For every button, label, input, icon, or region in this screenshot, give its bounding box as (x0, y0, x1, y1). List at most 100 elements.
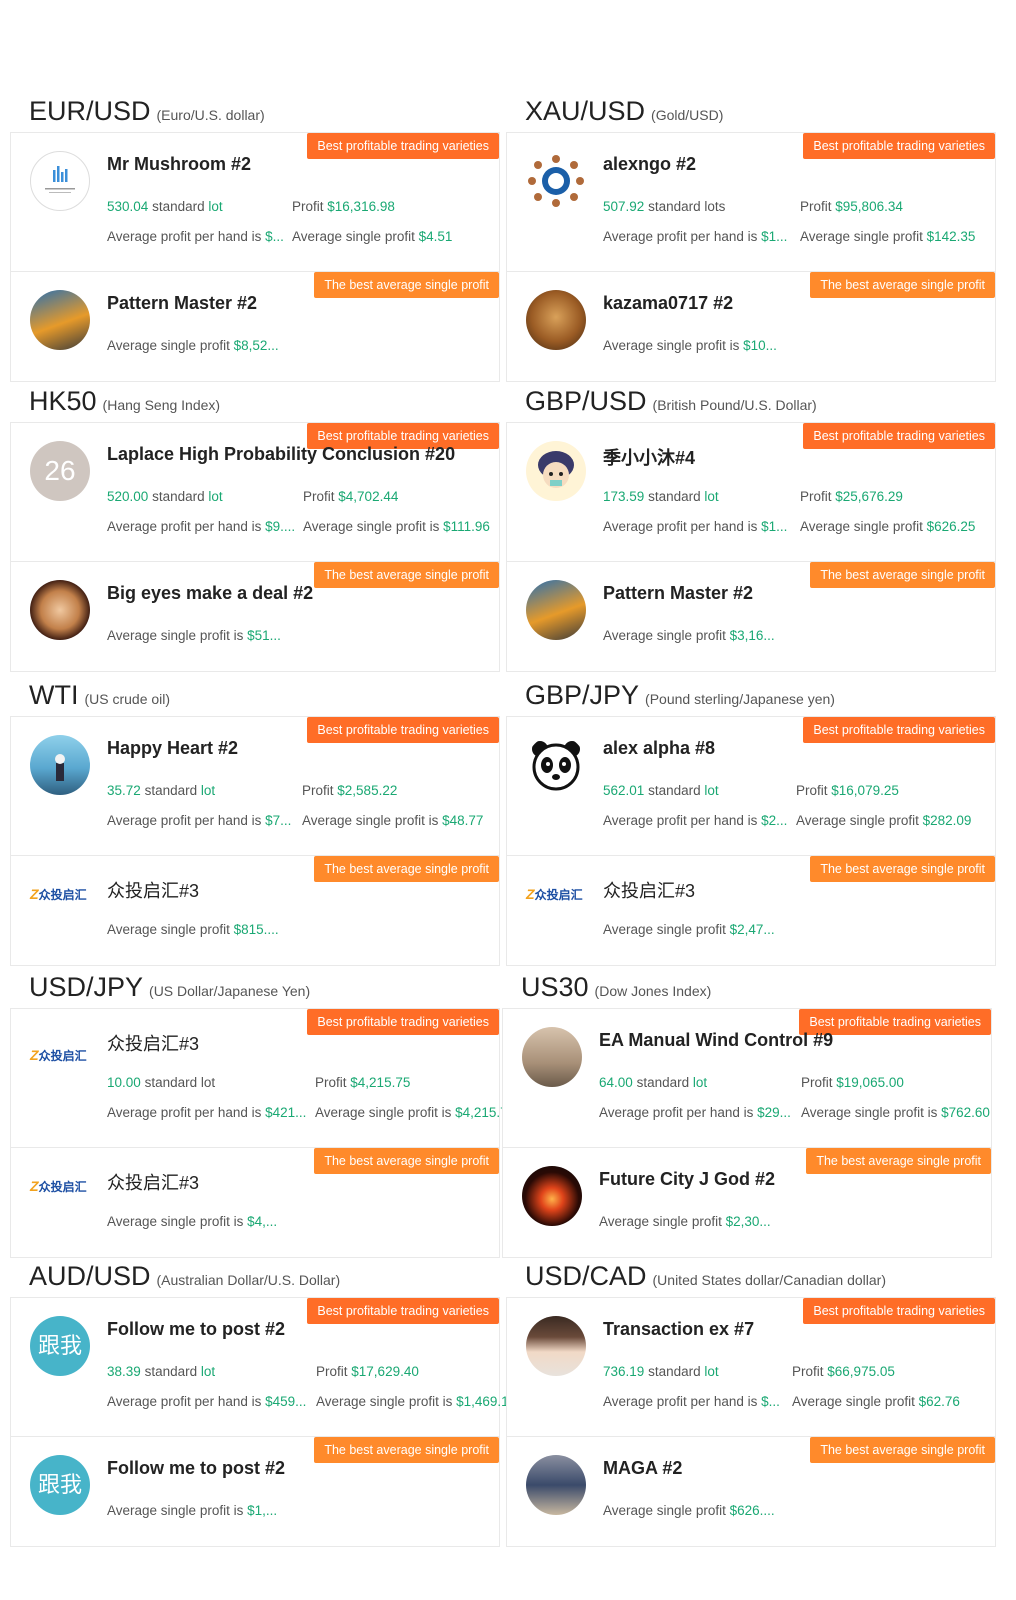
asp: Average single profit $4.51 (292, 229, 452, 244)
trader-card-profitable[interactable]: Best profitable trading varieties Transa… (506, 1297, 996, 1437)
lots-text: standard (152, 489, 205, 504)
trader-name[interactable]: Follow me to post #2 (107, 1319, 285, 1340)
trader-name[interactable]: alexngo #2 (603, 154, 696, 175)
asp-label: Average single profit is (603, 338, 740, 353)
asp-label: Average single profit (599, 1214, 722, 1229)
lots-unit: lot (208, 199, 223, 214)
asp-value: $62.76 (918, 1394, 960, 1409)
section-title: HK50 (Hang Seng Index) (29, 386, 221, 416)
trader-name[interactable]: 众投启汇#3 (107, 877, 199, 903)
aph-value: $2... (761, 813, 788, 828)
lots-text: standard (648, 489, 701, 504)
lots-text: standard (152, 199, 205, 214)
section-title: EUR/USD (Euro/U.S. dollar) (29, 96, 265, 126)
trader-card-avg[interactable]: The best average single profit Future Ci… (502, 1148, 992, 1258)
trader-card-profitable[interactable]: Best profitable trading varieties Happy … (10, 716, 500, 856)
trader-card-avg[interactable]: The best average single profit 跟我 Follow… (10, 1437, 500, 1547)
trader-name[interactable]: kazama0717 #2 (603, 293, 733, 314)
trader-name[interactable]: Mr Mushroom #2 (107, 154, 251, 175)
asp-label: Average single profit (800, 229, 923, 244)
section-usd-cad: USD/CAD (United States dollar/Canadian do… (506, 1261, 996, 1547)
asp-value: $1,... (247, 1503, 278, 1518)
section-header: EUR/USD (Euro/U.S. dollar) (10, 96, 500, 132)
section-title: GBP/JPY (Pound sterling/Japanese yen) (525, 680, 835, 710)
trader-name[interactable]: MAGA #2 (603, 1458, 682, 1479)
asp-value: $626.... (729, 1503, 775, 1518)
trader-name[interactable]: Follow me to post #2 (107, 1458, 285, 1479)
trader-card-avg[interactable]: The best average single profit Pattern M… (506, 562, 996, 672)
trader-card-avg[interactable]: The best average single profit Z众投启汇 众投启… (10, 856, 500, 966)
zhongtou-logo-icon: Z众投启汇 (30, 1178, 87, 1194)
trader-card-profitable[interactable]: Best profitable trading varieties Z众投启汇 … (10, 1008, 515, 1148)
trader-name[interactable]: Laplace High Probability Conclusion #20 (107, 444, 455, 465)
trader-card-avg[interactable]: The best average single profit MAGA #2 A… (506, 1437, 996, 1547)
asp-value: $48.77 (442, 813, 484, 828)
asp: Average single profit is $111.96 (303, 519, 490, 534)
aph-value: $9.... (265, 519, 296, 534)
lots-value: 520.00 (107, 489, 149, 504)
trader-card-profitable[interactable]: Best profitable trading varieties 跟我 Fol… (10, 1297, 515, 1437)
trader-name[interactable]: Future City J God #2 (599, 1169, 775, 1190)
trader-name[interactable]: Pattern Master #2 (603, 583, 753, 604)
trader-name[interactable]: Transaction ex #7 (603, 1319, 754, 1340)
asp-label: Average single profit is (316, 1394, 453, 1409)
section-gbp-jpy: GBP/JPY (Pound sterling/Japanese yen) Bes… (506, 680, 996, 966)
badge-avg: The best average single profit (314, 1437, 499, 1463)
profit-value: $2,585.22 (337, 783, 398, 798)
trader-name[interactable]: alex alpha #8 (603, 738, 715, 759)
avatar (526, 441, 586, 501)
avatar (526, 1455, 586, 1515)
profit: Profit $2,585.22 (302, 783, 397, 798)
asp-label: Average single profit is (302, 813, 439, 828)
profit-label: Profit (800, 489, 832, 504)
section-subtitle: (Australian Dollar/U.S. Dollar) (156, 1272, 341, 1288)
trader-name[interactable]: 众投启汇#3 (603, 877, 695, 903)
profit-value: $4,215.75 (350, 1075, 411, 1090)
trader-name[interactable]: Happy Heart #2 (107, 738, 238, 759)
lots-text: standard lots (648, 199, 726, 214)
profit-label: Profit (801, 1075, 833, 1090)
avatar (30, 151, 90, 211)
trader-card-avg[interactable]: The best average single profit Big eyes … (10, 562, 500, 672)
trader-name[interactable]: Big eyes make a deal #2 (107, 583, 313, 604)
lots-text: standard (636, 1075, 690, 1090)
trader-card-avg[interactable]: The best average single profit Z众投启汇 众投启… (506, 856, 996, 966)
avatar (526, 580, 586, 640)
profit: Profit $17,629.40 (316, 1364, 419, 1379)
lots-unit: lot (208, 489, 223, 504)
asp-label: Average single profit (792, 1394, 915, 1409)
trader-card-profitable[interactable]: Best profitable trading varieties EA Man… (502, 1008, 992, 1148)
trader-card-profitable[interactable]: Best profitable trading varieties 季小小沐#4… (506, 422, 996, 562)
asp-label: Average single profit (800, 519, 923, 534)
section-header: GBP/JPY (Pound sterling/Japanese yen) (506, 680, 996, 716)
trader-name[interactable]: Pattern Master #2 (107, 293, 257, 314)
badge-profitable: Best profitable trading varieties (803, 1298, 995, 1324)
section-header: USD/CAD (United States dollar/Canadian do… (506, 1261, 996, 1297)
trader-card-avg[interactable]: The best average single profit Z众投启汇 众投启… (10, 1148, 500, 1258)
asp: Average single profit $626.25 (800, 519, 975, 534)
trader-card-profitable[interactable]: Best profitable trading varieties 26 Lap… (10, 422, 500, 562)
lots-value: 736.19 (603, 1364, 645, 1379)
asp: Average single profit $142.35 (800, 229, 975, 244)
trader-card-profitable[interactable]: Best profitable trading varieties alexng… (506, 132, 996, 272)
trader-name[interactable]: EA Manual Wind Control #9 (599, 1030, 833, 1051)
badge-avg: The best average single profit (810, 272, 995, 298)
trader-card-profitable[interactable]: Best profitable trading varieties Mr Mus… (10, 132, 500, 272)
section-gbp-usd: GBP/USD (British Pound/U.S. Dollar) Best … (506, 386, 996, 672)
trader-card-avg[interactable]: The best average single profit Pattern M… (10, 272, 500, 382)
asp: Average single profit $62.76 (792, 1394, 960, 1409)
lots-text: standard (648, 1364, 701, 1379)
aph-value: $1... (761, 519, 788, 534)
trader-name[interactable]: 众投启汇#3 (107, 1030, 199, 1056)
badge-profitable: Best profitable trading varieties (803, 423, 995, 449)
trader-name[interactable]: 众投启汇#3 (107, 1169, 199, 1195)
trader-card-profitable[interactable]: Best profitable trading varieties alex a… (506, 716, 996, 856)
trader-name[interactable]: 季小小沐#4 (603, 444, 695, 470)
profit-value: $16,316.98 (327, 199, 395, 214)
badge-profitable: Best profitable trading varieties (307, 1009, 499, 1035)
profit-label: Profit (800, 199, 832, 214)
asp: Average single profit $282.09 (796, 813, 971, 828)
trader-card-avg[interactable]: The best average single profit kazama071… (506, 272, 996, 382)
asp-value: $8,52... (233, 338, 279, 353)
asp-label: Average single profit is (107, 1214, 244, 1229)
